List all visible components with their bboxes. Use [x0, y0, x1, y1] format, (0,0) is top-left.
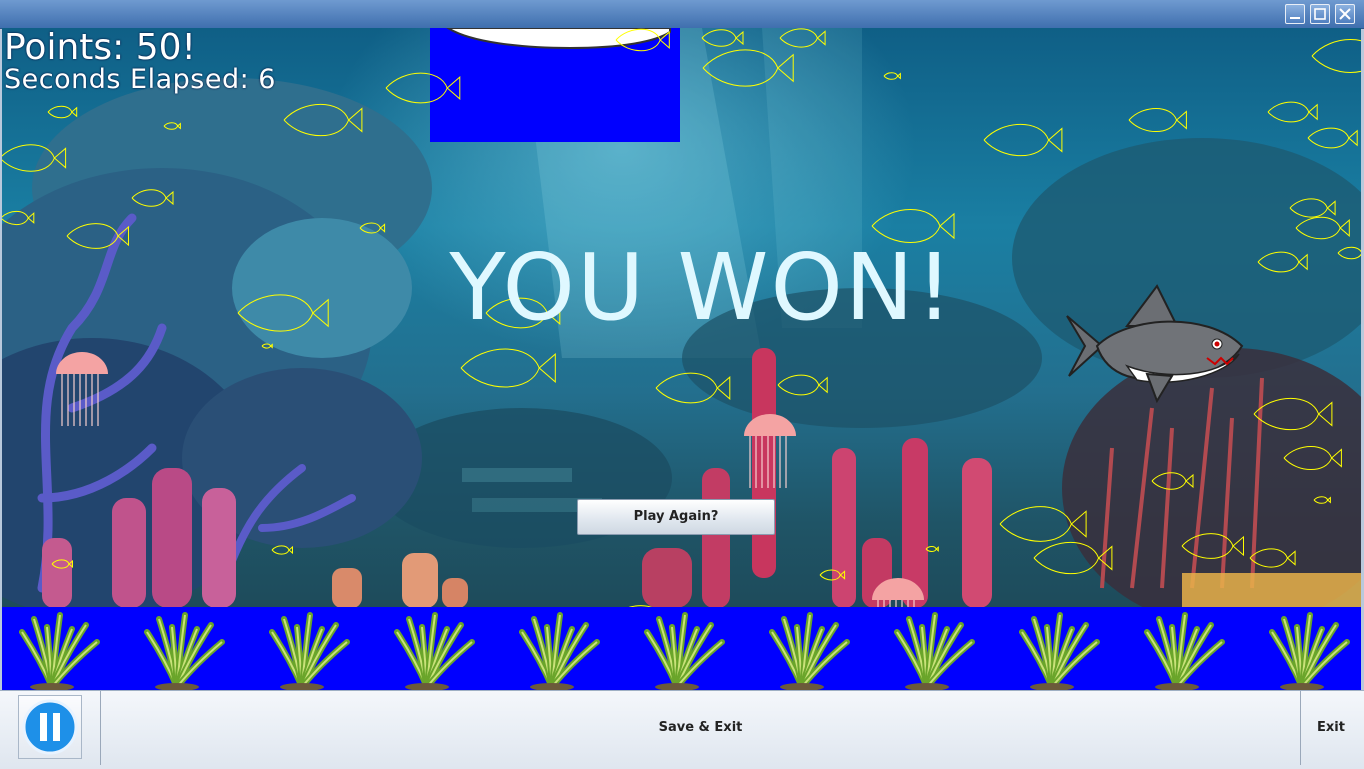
fish-outline — [701, 29, 744, 47]
fish-outline — [2, 144, 67, 172]
fish-outline — [615, 28, 670, 52]
fish-outline — [1181, 533, 1244, 559]
fish-outline — [271, 545, 293, 555]
game-canvas[interactable]: Points: 50! Seconds Elapsed: 6 YOU WON! … — [2, 28, 1361, 690]
fish-outline — [1289, 198, 1336, 218]
jellyfish — [744, 414, 796, 488]
seaweed-plant — [144, 612, 225, 690]
fish-outline — [1033, 541, 1113, 575]
fish-outline — [1253, 397, 1333, 431]
maximize-icon[interactable] — [1310, 4, 1330, 24]
fish-outline — [1311, 39, 1361, 73]
save-exit-button[interactable]: Save & Exit — [100, 691, 1301, 765]
fish-outline — [2, 210, 35, 226]
fish-outline — [385, 72, 461, 104]
exit-button[interactable]: Exit — [1301, 691, 1361, 765]
fish-outline — [1151, 472, 1194, 490]
fish-outline — [925, 546, 939, 552]
seaweed-plant — [269, 612, 350, 690]
fish-outline — [261, 343, 273, 349]
fish-outline — [460, 348, 556, 388]
fish-outline — [1295, 216, 1350, 240]
shark-enemy — [1066, 284, 1244, 404]
fish-outline — [999, 506, 1087, 542]
sea-floor — [2, 607, 1361, 690]
seaweed-plant — [644, 612, 725, 690]
fish-outline — [1307, 127, 1358, 149]
play-again-button[interactable]: Play Again? — [577, 499, 775, 535]
fish-outline — [47, 105, 78, 119]
win-banner: YOU WON! — [449, 234, 955, 341]
fish-outline — [237, 294, 329, 332]
fish-outline — [1249, 548, 1296, 568]
fish-outline — [819, 569, 846, 581]
fish-outline — [655, 372, 731, 404]
fish-outline — [1267, 101, 1318, 123]
minimize-icon[interactable] — [1285, 4, 1305, 24]
points-counter: Points: 50! — [4, 28, 196, 68]
fish-outline — [1283, 446, 1342, 470]
control-bar: Save & Exit Exit — [0, 690, 1364, 769]
fish-outline — [779, 28, 826, 48]
fish-outline — [983, 123, 1063, 157]
pause-button[interactable] — [18, 695, 82, 759]
seaweed-plant — [1269, 612, 1350, 690]
fish-outline — [1257, 251, 1308, 273]
jellyfish — [56, 352, 108, 426]
seaweed-plant — [19, 612, 100, 690]
fish-outline — [1337, 246, 1361, 260]
pause-icon — [22, 699, 78, 755]
window-titlebar — [0, 0, 1364, 29]
fish-outline — [702, 49, 794, 87]
fish-outline — [1313, 496, 1331, 504]
seaweed-plant — [394, 612, 475, 690]
fish-outline — [163, 122, 181, 130]
seaweed-plant — [769, 612, 850, 690]
fish-outline — [131, 189, 174, 207]
seconds-elapsed: Seconds Elapsed: 6 — [4, 64, 276, 95]
seaweed-plant — [1144, 612, 1225, 690]
fish-outline — [1128, 108, 1187, 132]
fish-outline — [283, 103, 363, 137]
seaweed-plant — [1019, 612, 1100, 690]
fish-outline — [359, 222, 386, 234]
close-icon[interactable] — [1335, 4, 1355, 24]
fish-outline — [51, 559, 73, 569]
seaweed-plant — [894, 612, 975, 690]
seaweed-plant — [519, 612, 600, 690]
fish-outline — [777, 374, 828, 396]
fish-outline — [66, 223, 129, 249]
fish-outline — [883, 72, 901, 80]
